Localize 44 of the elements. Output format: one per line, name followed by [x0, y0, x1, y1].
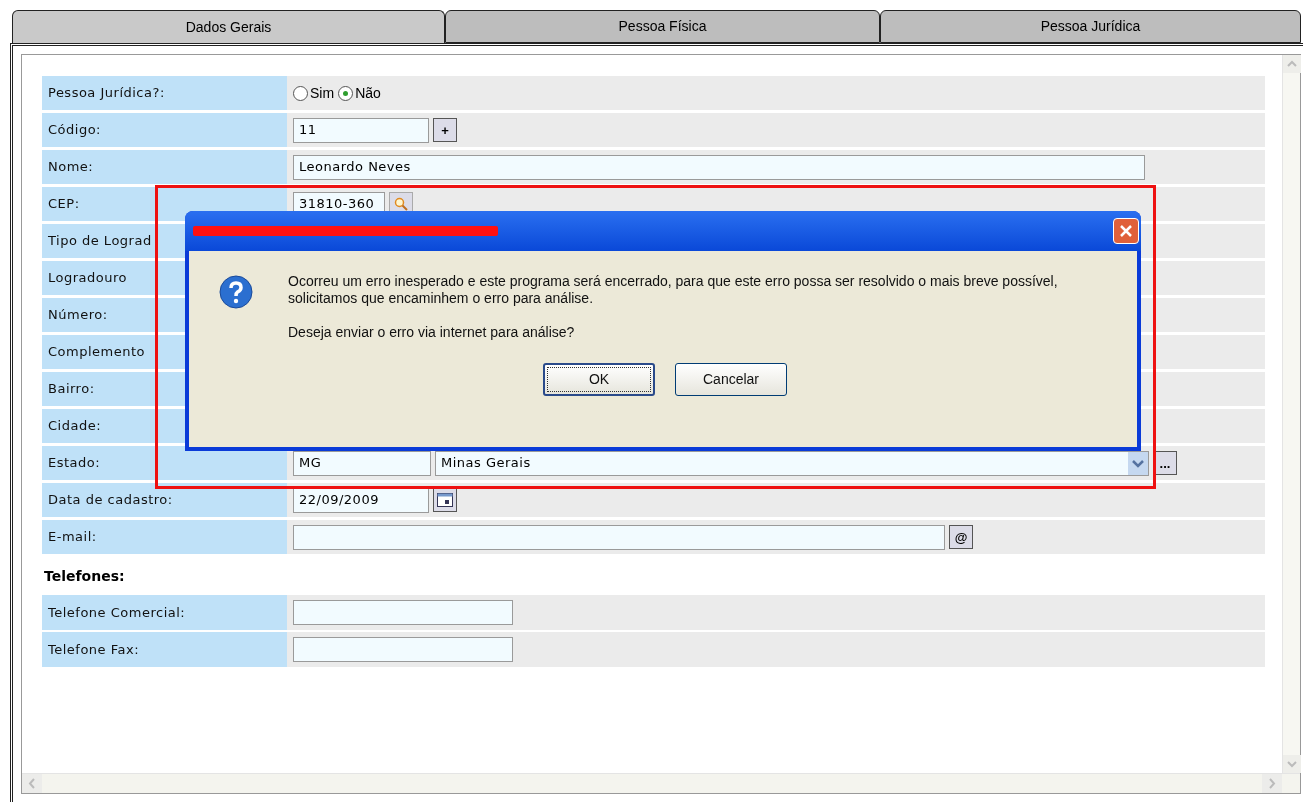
name-field[interactable]: Leonardo Neves: [293, 154, 1145, 180]
email-button[interactable]: @: [949, 525, 973, 549]
state-code-field[interactable]: MG: [293, 450, 431, 476]
dialog-button[interactable]: Cancelar: [675, 363, 787, 396]
code-field[interactable]: 11: [293, 117, 429, 143]
question-icon: [219, 275, 253, 309]
search-icon: [394, 197, 408, 211]
tab[interactable]: Pessoa Física: [445, 10, 880, 43]
section-heading: Telefones:: [43, 566, 126, 586]
horizontal-scrollbar[interactable]: [22, 773, 1300, 793]
add-button[interactable]: +: [433, 118, 457, 142]
calendar-button[interactable]: [433, 488, 457, 512]
calendar-icon: [437, 493, 453, 507]
phone-field[interactable]: [293, 600, 513, 625]
field-label: Telefone Fax:: [42, 632, 287, 667]
phone-field[interactable]: [293, 637, 513, 662]
chevron-right-icon: [1262, 774, 1282, 793]
field-label: E-mail:: [42, 520, 287, 554]
dialog-message: Ocorreu um erro inesperado e este programa será encerrado, para que este erro possa ser resolvido o mais breve possível, solicitamos que encaminhem o erro para análise.: [288, 273, 1059, 307]
radio-option[interactable]: Não: [338, 82, 381, 104]
close-icon: [1119, 224, 1133, 238]
state-select[interactable]: Minas Gerais: [435, 450, 1149, 476]
date-field[interactable]: 22/09/2009: [293, 487, 429, 513]
field-label: Data de cadastro:: [42, 483, 287, 517]
chevron-down-icon: [1283, 755, 1301, 773]
dialog-button[interactable]: OK: [543, 363, 655, 396]
email-field[interactable]: [293, 524, 945, 550]
close-button[interactable]: [1113, 218, 1139, 244]
field-label: Pessoa Jurídica?:: [42, 76, 287, 110]
field-label: Código:: [42, 113, 287, 147]
radio-button[interactable]: [293, 85, 308, 101]
field-label: Telefone Comercial:: [42, 595, 287, 630]
radio-button[interactable]: [338, 85, 354, 101]
tab[interactable]: Dados Gerais: [12, 10, 445, 43]
radio-option[interactable]: Sim: [293, 82, 335, 104]
chevron-down-icon: [1128, 451, 1148, 475]
field-label: Estado:: [42, 446, 287, 480]
vertical-scrollbar[interactable]: [1282, 55, 1300, 773]
select-value: Minas Gerais: [441, 454, 531, 473]
tab[interactable]: Pessoa Jurídica: [880, 10, 1301, 43]
dialog-question: Deseja enviar o erro via internet para análise?: [288, 324, 576, 341]
chevron-left-icon: [22, 774, 42, 793]
chevron-up-icon: [1283, 55, 1301, 73]
field-label: Nome:: [42, 150, 287, 184]
